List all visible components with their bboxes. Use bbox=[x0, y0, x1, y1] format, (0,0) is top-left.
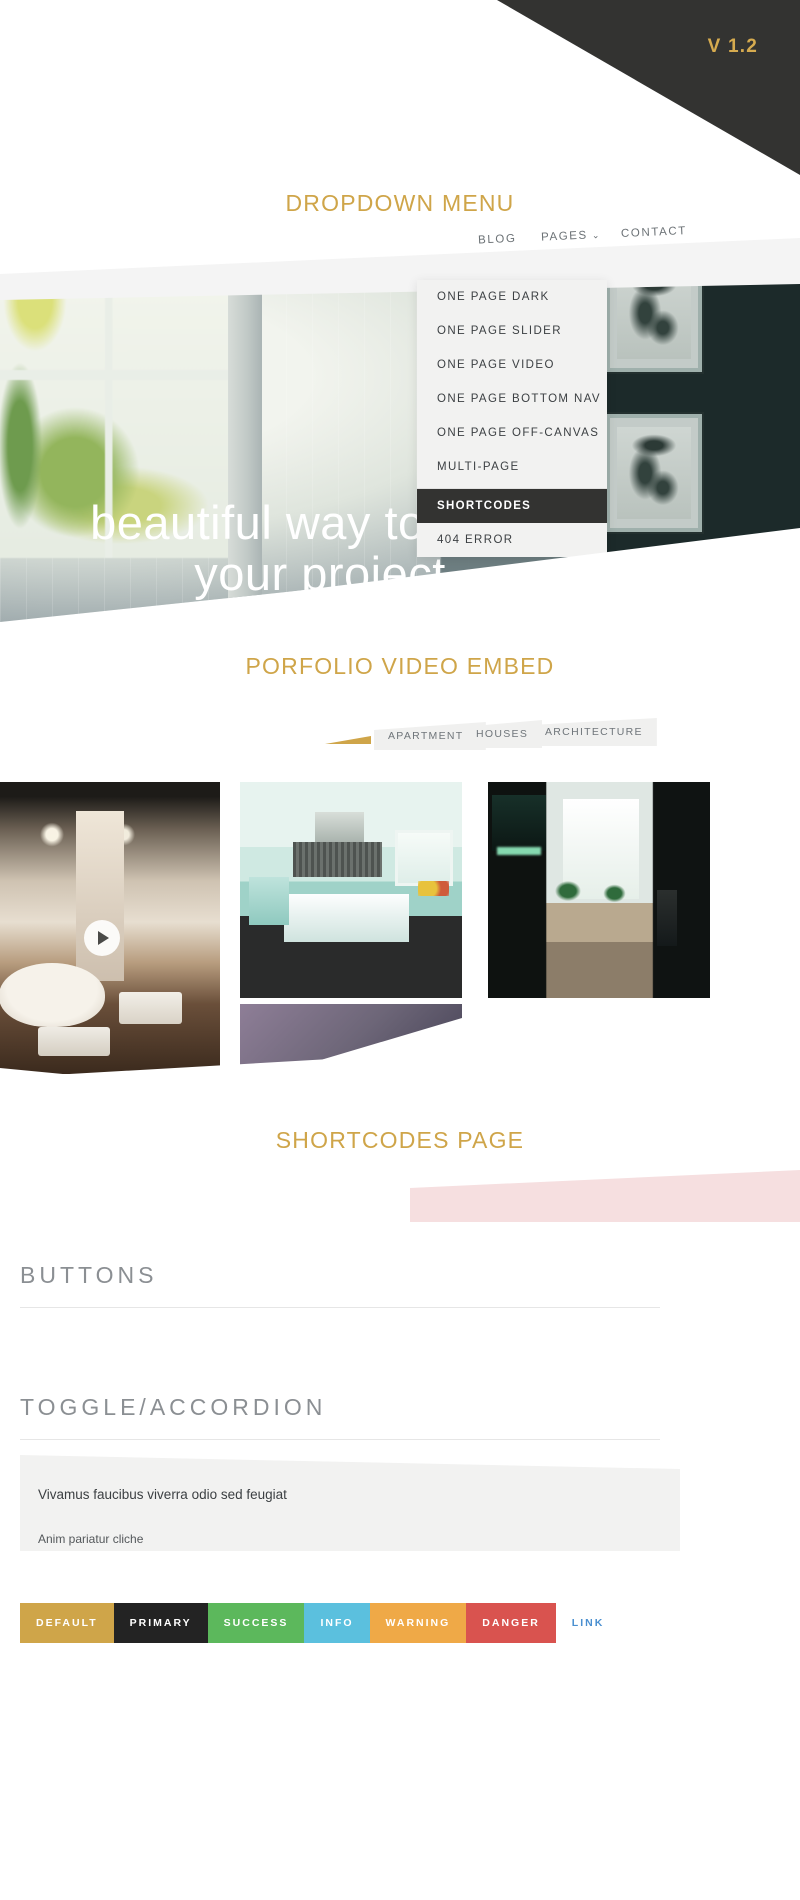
dark-kitchen-image bbox=[488, 782, 710, 998]
nav-item-pages[interactable]: PAGES ⌄ bbox=[541, 229, 601, 244]
warning-button[interactable]: WARNING bbox=[369, 1603, 467, 1643]
divider bbox=[20, 1439, 660, 1440]
section-title-portfolio-video-embed: PORFOLIO VIDEO EMBED bbox=[245, 653, 555, 679]
portfolio-grid bbox=[0, 782, 800, 1084]
version-badge: V 1.2 bbox=[707, 36, 758, 57]
link-button[interactable]: LINK bbox=[556, 1603, 621, 1643]
chevron-down-icon: ⌄ bbox=[591, 229, 602, 241]
accordion-item[interactable]: Vivamus faucibus viverra odio sed feugia… bbox=[20, 1455, 680, 1551]
portfolio-tile[interactable] bbox=[240, 782, 462, 998]
toggle-accordion-section: TOGGLE/ACCORDION bbox=[20, 1394, 660, 1440]
version-corner: V 1.2 bbox=[480, 0, 800, 175]
section-title-shortcodes-page: SHORTCODES PAGE bbox=[275, 1127, 525, 1153]
dropdown-item-one-page-dark[interactable]: ONE PAGE DARK bbox=[417, 280, 607, 314]
button-row: DEFAULT PRIMARY SUCCESS INFO WARNING DAN… bbox=[20, 1603, 620, 1643]
accordion: Vivamus faucibus viverra odio sed feugia… bbox=[20, 1455, 680, 1551]
dropdown-item-one-page-bottom-nav[interactable]: ONE PAGE BOTTOM NAV bbox=[417, 382, 607, 416]
pink-accent-band bbox=[410, 1170, 800, 1222]
nav-item-blog[interactable]: BLOG bbox=[478, 233, 517, 247]
dropdown-item-multi-page[interactable]: MULTI-PAGE bbox=[417, 450, 607, 484]
page-root: V 1.2 DROPDOWN MENU beautiful way to sho… bbox=[0, 0, 800, 1900]
info-button[interactable]: INFO bbox=[304, 1603, 370, 1643]
portfolio-tile-video[interactable] bbox=[0, 782, 220, 1074]
pages-dropdown-menu: ONE PAGE DARK ONE PAGE SLIDER ONE PAGE V… bbox=[417, 280, 607, 557]
dropdown-item-404-error[interactable]: 404 ERROR bbox=[417, 523, 607, 557]
primary-button[interactable]: PRIMARY bbox=[113, 1603, 208, 1643]
accordion-item-title: Vivamus faucibus viverra odio sed feugia… bbox=[38, 1487, 287, 1502]
diagonal-dark-corner bbox=[497, 0, 800, 175]
accordion-item-subtitle: Anim pariatur cliche bbox=[38, 1532, 144, 1546]
filter-architecture[interactable]: ARCHITECTURE bbox=[531, 718, 657, 746]
section-title-dropdown-menu: DROPDOWN MENU bbox=[285, 190, 515, 216]
danger-button[interactable]: DANGER bbox=[466, 1603, 556, 1643]
success-button[interactable]: SUCCESS bbox=[207, 1603, 305, 1643]
dropdown-item-one-page-off-canvas[interactable]: ONE PAGE OFF-CANVAS bbox=[417, 416, 607, 450]
toggle-accordion-heading: TOGGLE/ACCORDION bbox=[20, 1394, 327, 1420]
nav-item-pages-label: PAGES bbox=[540, 229, 589, 244]
portfolio-tile[interactable] bbox=[488, 782, 710, 998]
divider bbox=[20, 1307, 660, 1308]
dropdown-item-one-page-video[interactable]: ONE PAGE VIDEO bbox=[417, 348, 607, 382]
buttons-section: BUTTONS bbox=[20, 1262, 660, 1308]
default-button[interactable]: DEFAULT bbox=[20, 1603, 114, 1643]
mint-kitchen-image bbox=[240, 782, 462, 998]
filter-all[interactable] bbox=[325, 736, 371, 744]
nav-item-contact[interactable]: CONTACT bbox=[621, 225, 687, 240]
dropdown-item-one-page-slider[interactable]: ONE PAGE SLIDER bbox=[417, 314, 607, 348]
buttons-heading: BUTTONS bbox=[20, 1262, 158, 1288]
play-icon[interactable] bbox=[84, 920, 120, 956]
portfolio-filter-bar: APARTMENTS HOUSES ARCHITECTURE bbox=[0, 718, 800, 762]
dropdown-item-shortcodes[interactable]: SHORTCODES bbox=[417, 489, 607, 523]
